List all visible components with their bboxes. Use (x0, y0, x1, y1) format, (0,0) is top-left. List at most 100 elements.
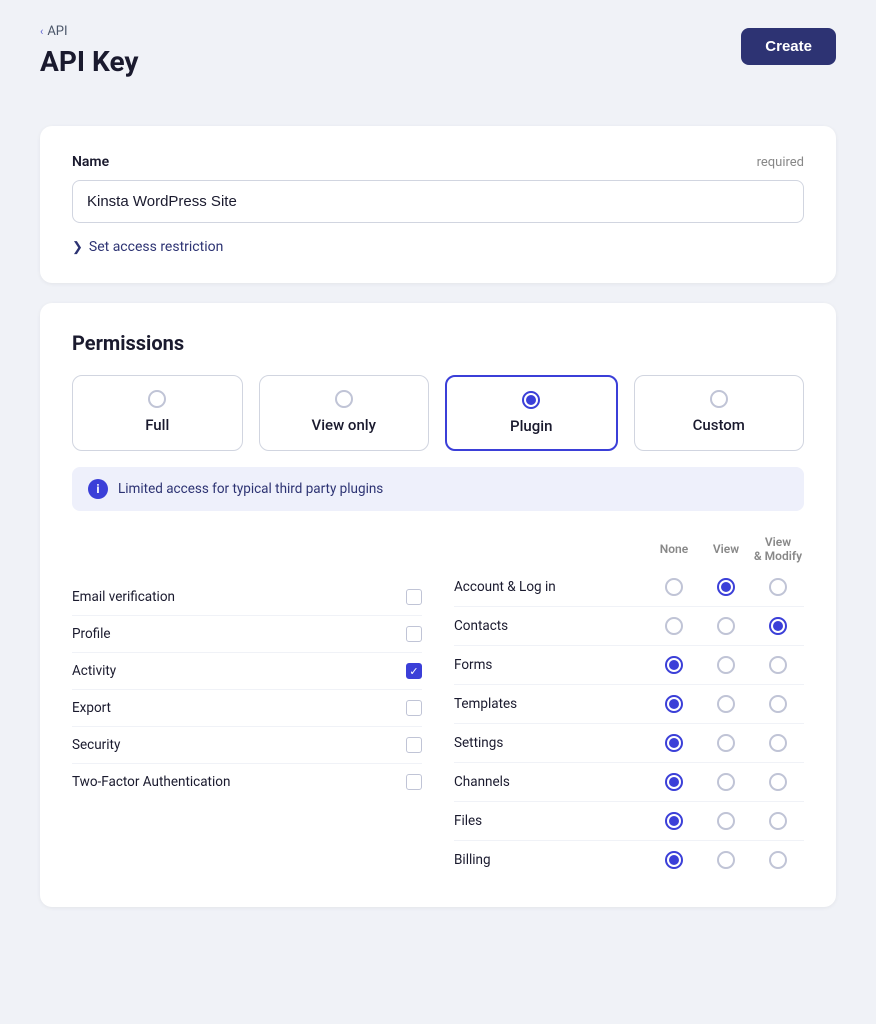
radio-forms-none[interactable] (665, 656, 683, 674)
grid-left: Email verification Profile Activity Expo… (72, 535, 422, 879)
permission-options: Full View only Plugin Custom (72, 375, 804, 451)
radio-contacts-view[interactable] (717, 617, 735, 635)
permission-option-custom[interactable]: Custom (634, 375, 805, 451)
breadcrumb-parent: API (47, 24, 67, 39)
radio-custom (710, 390, 728, 408)
right-perm-name-contacts: Contacts (454, 618, 648, 634)
radio-group-channels (648, 773, 804, 791)
required-label: required (757, 155, 804, 170)
right-perm-row-billing: Billing (454, 841, 804, 879)
right-perm-row-channels: Channels (454, 763, 804, 802)
radio-billing-none[interactable] (665, 851, 683, 869)
radio-settings-view[interactable] (717, 734, 735, 752)
perm-row-export: Export (72, 690, 422, 727)
perm-name-activity: Activity (72, 663, 406, 679)
right-perm-name-account: Account & Log in (454, 579, 648, 595)
permission-plugin-label: Plugin (510, 417, 552, 435)
right-perm-name-forms: Forms (454, 657, 648, 673)
right-perm-row-templates: Templates (454, 685, 804, 724)
radio-group-settings (648, 734, 804, 752)
perm-name-security: Security (72, 737, 406, 753)
permissions-card: Permissions Full View only Plugin Custom… (40, 303, 836, 907)
right-perm-row-settings: Settings (454, 724, 804, 763)
perm-row-profile: Profile (72, 616, 422, 653)
perm-checkbox-export[interactable] (406, 700, 422, 716)
radio-account-none[interactable] (665, 578, 683, 596)
access-restriction-label: Set access restriction (89, 239, 223, 255)
radio-files-modify[interactable] (769, 812, 787, 830)
radio-group-forms (648, 656, 804, 674)
permission-custom-label: Custom (693, 416, 745, 434)
radio-account-view[interactable] (717, 578, 735, 596)
perm-checkbox-email-verification[interactable] (406, 589, 422, 605)
name-label: Name (72, 154, 109, 170)
perm-name-profile: Profile (72, 626, 406, 642)
perm-row-two-factor: Two-Factor Authentication (72, 764, 422, 800)
right-perm-row-contacts: Contacts (454, 607, 804, 646)
right-perm-name-billing: Billing (454, 852, 648, 868)
right-perm-name-templates: Templates (454, 696, 648, 712)
perm-checkbox-activity[interactable] (406, 663, 422, 679)
permission-view-only-label: View only (312, 416, 376, 434)
right-column-headers: None View View& Modify (648, 535, 804, 564)
perm-row-security: Security (72, 727, 422, 764)
radio-group-account (648, 578, 804, 596)
create-button[interactable]: Create (741, 28, 836, 65)
permissions-grid: Email verification Profile Activity Expo… (72, 535, 804, 879)
right-header-row: None View View& Modify (454, 535, 804, 568)
radio-settings-modify[interactable] (769, 734, 787, 752)
info-text: Limited access for typical third party p… (118, 481, 383, 497)
perm-checkbox-profile[interactable] (406, 626, 422, 642)
right-perm-row-files: Files (454, 802, 804, 841)
radio-templates-none[interactable] (665, 695, 683, 713)
permission-option-full[interactable]: Full (72, 375, 243, 451)
info-banner: i Limited access for typical third party… (72, 467, 804, 511)
name-input[interactable] (72, 180, 804, 223)
perm-checkbox-two-factor[interactable] (406, 774, 422, 790)
radio-billing-modify[interactable] (769, 851, 787, 869)
perm-name-export: Export (72, 700, 406, 716)
right-perm-row-forms: Forms (454, 646, 804, 685)
perm-name-email-verification: Email verification (72, 589, 406, 605)
radio-forms-view[interactable] (717, 656, 735, 674)
info-icon: i (88, 479, 108, 499)
right-perm-name-files: Files (454, 813, 648, 829)
radio-contacts-none[interactable] (665, 617, 683, 635)
radio-contacts-modify[interactable] (769, 617, 787, 635)
access-restriction-toggle[interactable]: ❯ Set access restriction (72, 239, 804, 255)
radio-channels-none[interactable] (665, 773, 683, 791)
right-perm-name-channels: Channels (454, 774, 648, 790)
chevron-left-icon: ‹ (40, 25, 43, 38)
col-header-view: View (700, 542, 752, 556)
perm-checkbox-security[interactable] (406, 737, 422, 753)
radio-files-none[interactable] (665, 812, 683, 830)
radio-group-contacts (648, 617, 804, 635)
permission-option-view-only[interactable]: View only (259, 375, 430, 451)
permission-full-label: Full (145, 416, 169, 434)
radio-plugin-dot (526, 395, 536, 405)
radio-plugin (522, 391, 540, 409)
radio-channels-modify[interactable] (769, 773, 787, 791)
radio-account-modify[interactable] (769, 578, 787, 596)
perm-row-activity: Activity (72, 653, 422, 690)
back-link[interactable]: ‹ API (40, 24, 139, 39)
radio-group-files (648, 812, 804, 830)
permission-option-plugin[interactable]: Plugin (445, 375, 618, 451)
radio-group-templates (648, 695, 804, 713)
radio-settings-none[interactable] (665, 734, 683, 752)
radio-channels-view[interactable] (717, 773, 735, 791)
radio-billing-view[interactable] (717, 851, 735, 869)
radio-view-only (335, 390, 353, 408)
name-card: Name required ❯ Set access restriction (40, 126, 836, 283)
radio-forms-modify[interactable] (769, 656, 787, 674)
radio-templates-modify[interactable] (769, 695, 787, 713)
chevron-right-icon: ❯ (72, 240, 83, 255)
perm-name-two-factor: Two-Factor Authentication (72, 774, 406, 790)
col-header-modify: View& Modify (752, 535, 804, 564)
radio-files-view[interactable] (717, 812, 735, 830)
permissions-title: Permissions (72, 331, 804, 355)
radio-templates-view[interactable] (717, 695, 735, 713)
grid-right: None View View& Modify Account & Log in (454, 535, 804, 879)
perm-row-email-verification: Email verification (72, 579, 422, 616)
radio-full (148, 390, 166, 408)
